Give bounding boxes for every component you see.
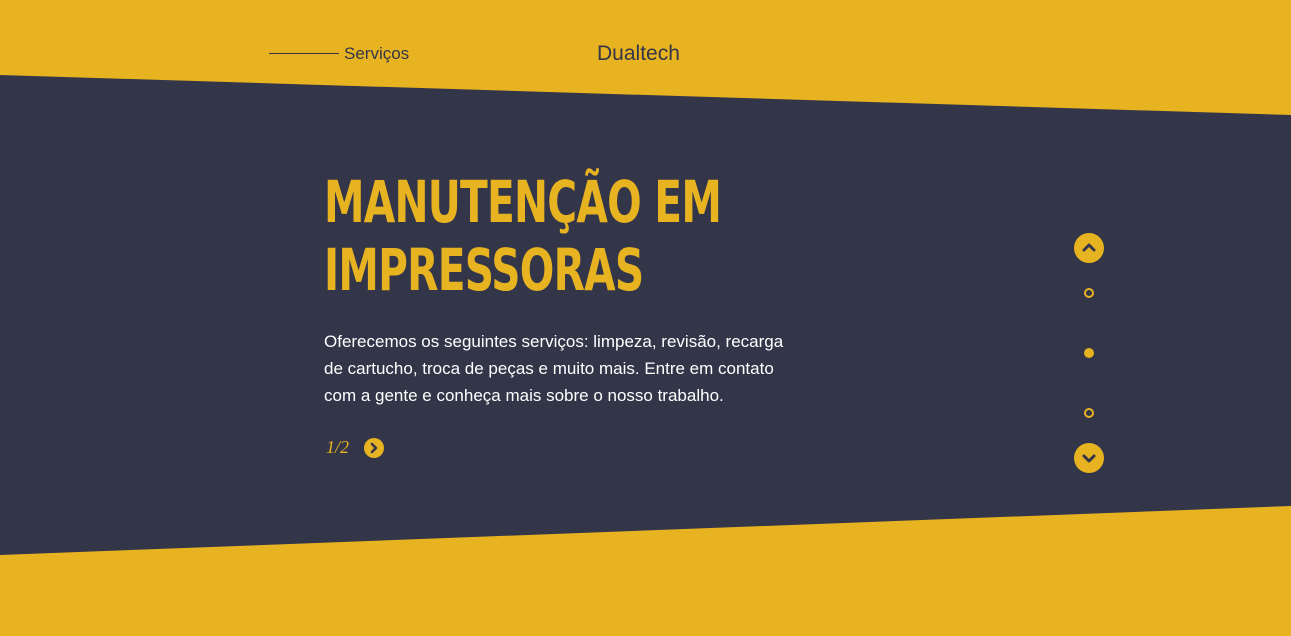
brand-name: Dualtech [597,42,680,65]
chevron-right-icon [370,442,378,454]
hero-title-line1: MANUTENÇÃO EM [324,168,722,236]
hero-description: Oferecemos os seguintes serviços: limpez… [324,332,784,405]
hero-title: MANUTENÇÃO EM IMPRESSORAS [324,168,730,304]
scroll-up-button[interactable] [1074,233,1104,263]
hero-title-line2: IMPRESSORAS [324,236,644,304]
next-slide-button[interactable] [364,438,384,458]
dark-slanted-band [0,75,1291,555]
pager-dot-2-active[interactable] [1084,348,1094,358]
scroll-down-button[interactable] [1074,443,1104,473]
nav-link-servicos[interactable]: Serviços [344,44,409,64]
chevron-up-icon [1082,243,1096,252]
slide-counter: 1/2 [326,437,350,457]
pager-dot-1[interactable] [1084,288,1094,298]
nav-line-decoration [269,53,339,54]
pager-dot-3[interactable] [1084,408,1094,418]
chevron-down-icon [1082,454,1096,463]
